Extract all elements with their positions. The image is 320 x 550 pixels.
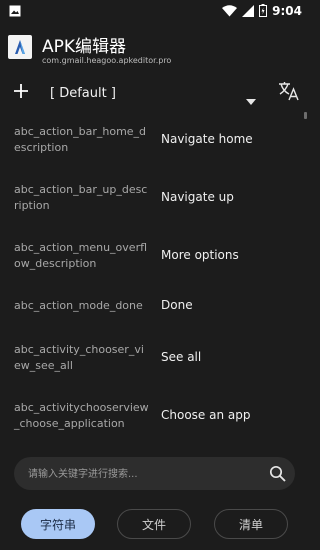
app-package-name: com.gmail.heagoo.apkeditor.pro bbox=[42, 56, 172, 65]
image-icon bbox=[9, 2, 21, 21]
toolbar: [ Default ] bbox=[0, 76, 309, 110]
string-row[interactable]: abc_activity_chooser_view_see_all See al… bbox=[0, 336, 303, 384]
add-string-button[interactable] bbox=[8, 80, 34, 106]
string-key: abc_action_mode_done bbox=[14, 299, 143, 312]
add-icon bbox=[13, 83, 29, 103]
string-key: abc_action_menu_overflow_description bbox=[14, 241, 148, 270]
tab-files[interactable]: 文件 bbox=[117, 509, 191, 539]
tab-strings[interactable]: 字符串 bbox=[21, 509, 95, 539]
string-row[interactable]: abc_activitychooserview_choose_applicati… bbox=[0, 394, 303, 442]
translate-icon bbox=[278, 81, 300, 105]
search-input[interactable] bbox=[26, 457, 260, 492]
signal-icon bbox=[242, 2, 255, 21]
dropdown-caret-icon bbox=[246, 90, 256, 109]
tab-manifest[interactable]: 清单 bbox=[214, 509, 288, 539]
language-select-value: [ Default ] bbox=[50, 85, 116, 101]
status-time: 9:04 bbox=[272, 4, 302, 18]
string-row[interactable]: abc_action_menu_overflow_description Mor… bbox=[0, 234, 303, 282]
string-list: abc_action_bar_home_description Navigate… bbox=[0, 110, 309, 450]
string-key: abc_action_bar_up_description bbox=[14, 183, 148, 212]
list-scrollbar[interactable] bbox=[304, 112, 307, 119]
tab-bar: 字符串 文件 清单 bbox=[0, 505, 309, 543]
string-value: Navigate up bbox=[161, 190, 234, 204]
search-icon[interactable] bbox=[269, 465, 286, 482]
string-row[interactable]: abc_action_bar_home_description Navigate… bbox=[0, 118, 303, 166]
string-value: See all bbox=[161, 350, 202, 364]
battery-icon bbox=[259, 2, 268, 21]
string-key: abc_activitychooserview_choose_applicati… bbox=[14, 401, 149, 430]
app-title: APK编辑器 bbox=[42, 37, 127, 57]
translate-button[interactable] bbox=[276, 80, 302, 106]
string-row[interactable]: abc_action_bar_up_description Navigate u… bbox=[0, 176, 303, 224]
string-key: abc_action_bar_home_description bbox=[14, 125, 147, 154]
string-key: abc_activity_chooser_view_see_all bbox=[14, 343, 144, 372]
string-row[interactable]: abc_action_mode_done Done bbox=[0, 292, 303, 336]
string-value: Done bbox=[161, 298, 193, 312]
string-value: Navigate home bbox=[161, 132, 253, 146]
search-bar bbox=[14, 457, 295, 492]
string-value: Choose an app bbox=[161, 408, 251, 422]
app-header: APK编辑器 com.gmail.heagoo.apkeditor.pro bbox=[0, 28, 309, 72]
wifi-icon bbox=[222, 2, 238, 21]
language-select[interactable]: [ Default ] bbox=[50, 78, 262, 108]
status-bar: 9:04 bbox=[0, 0, 309, 22]
string-value: More options bbox=[161, 248, 239, 262]
app-logo-icon bbox=[8, 35, 32, 59]
